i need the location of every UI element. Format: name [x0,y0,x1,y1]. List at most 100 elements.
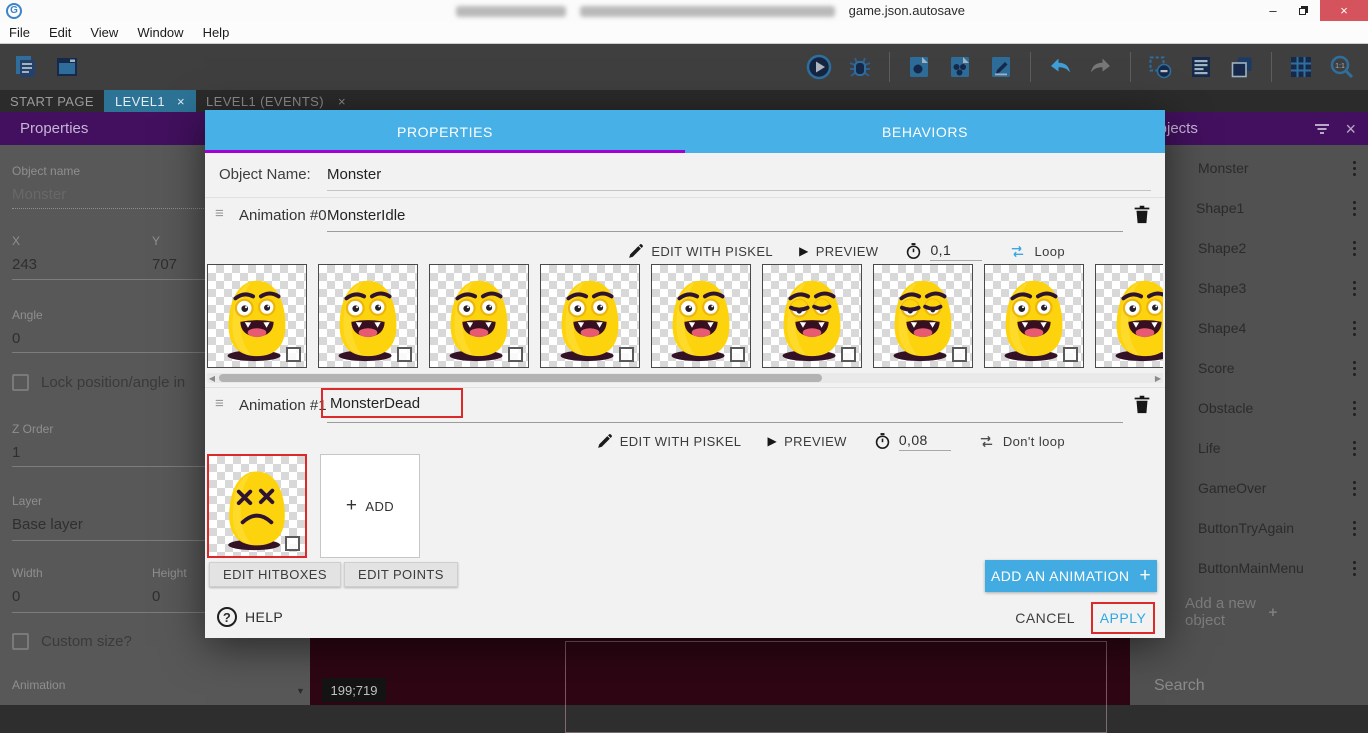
help-button[interactable]: ? HELP [217,607,283,627]
zoom-1-1-icon[interactable]: 1:1 [1324,49,1360,85]
object-row[interactable]: Shape2 [1130,228,1368,268]
animation-frame-thumbnail[interactable] [984,264,1084,368]
filter-icon[interactable] [1313,122,1331,136]
frame-checkbox[interactable] [397,347,412,362]
frame-checkbox[interactable] [285,536,300,551]
menu-edit[interactable]: Edit [49,25,71,40]
dialog-tab-behaviors[interactable]: BEHAVIORS [685,110,1165,153]
close-tab-icon[interactable]: × [177,94,185,109]
project-manager-icon[interactable] [8,49,44,85]
dialog-object-name-field[interactable]: Monster [327,166,381,183]
edit-with-piskel-button[interactable]: EDIT WITH PISKEL [627,243,773,260]
scrollbar-thumb[interactable] [219,374,822,382]
drag-handle-icon[interactable]: ≡ [215,205,224,222]
lock-position-checkbox[interactable] [12,374,29,391]
delete-animation-icon[interactable] [1131,203,1153,225]
start-page-icon[interactable] [49,49,85,85]
search-input[interactable] [1152,676,1363,696]
scroll-left-icon[interactable]: ◀ [207,374,217,383]
animation0-name-field[interactable]: MonsterIdle [327,207,405,224]
frame-checkbox[interactable] [730,347,745,362]
animation-frame-thumbnail[interactable] [318,264,418,368]
close-panel-icon[interactable]: × [1345,120,1356,138]
object-row[interactable]: Shape1 [1130,188,1368,228]
object-menu-icon[interactable] [1353,321,1356,336]
menu-window[interactable]: Window [137,25,183,40]
toggle-grid-icon[interactable] [1283,49,1319,85]
frame-checkbox[interactable] [841,347,856,362]
layer-field[interactable]: Base layer [12,516,83,533]
object-menu-icon[interactable] [1353,161,1356,176]
frame-checkbox[interactable] [619,347,634,362]
time-between-frames-field[interactable]: 0,08 [873,431,951,451]
animation-frame-thumbnail[interactable] [651,264,751,368]
delete-animation-icon[interactable] [1131,393,1153,415]
tab-start-page[interactable]: START PAGE [10,90,94,112]
time-between-frames-value[interactable]: 0,08 [899,432,951,451]
height-field[interactable]: 0 [152,588,160,605]
open-layers-editor-icon[interactable] [1224,49,1260,85]
scroll-right-icon[interactable]: ▶ [1153,374,1163,383]
add-object-row[interactable]: Add a new object + [1130,592,1368,632]
frame-checkbox[interactable] [508,347,523,362]
preview-button[interactable]: ▶ PREVIEW [799,244,878,259]
z-order-field[interactable]: 1 [12,444,20,461]
animation-frame-thumbnail[interactable] [429,264,529,368]
minimize-button[interactable]: – [1258,0,1288,21]
object-row[interactable]: Shape3 [1130,268,1368,308]
animation1-name-field[interactable]: MonsterDead [330,395,420,412]
object-row[interactable]: ♥Life [1130,428,1368,468]
apply-button[interactable]: APPLY [1100,610,1147,626]
frame-checkbox[interactable] [952,347,967,362]
animation-frame-thumbnail[interactable] [207,454,307,558]
open-scene-properties-icon[interactable] [983,49,1019,85]
drag-handle-icon[interactable]: ≡ [215,395,224,412]
preview-button[interactable]: ▶ PREVIEW [767,434,846,449]
object-menu-icon[interactable] [1353,481,1356,496]
object-menu-icon[interactable] [1353,561,1356,576]
time-between-frames-field[interactable]: 0,1 [904,241,982,261]
close-tab-icon[interactable]: × [338,94,346,109]
loop-toggle[interactable]: Loop [1008,243,1065,260]
open-object-groups-icon[interactable] [942,49,978,85]
preview-play-icon[interactable] [801,49,837,85]
object-row[interactable]: Monster [1130,148,1368,188]
menu-help[interactable]: Help [203,25,230,40]
frame-checkbox[interactable] [286,347,301,362]
edit-hitboxes-button[interactable]: EDIT HITBOXES [209,562,341,587]
tab-level1[interactable]: LEVEL1× [104,90,196,112]
object-menu-icon[interactable] [1353,241,1356,256]
animation-frame-thumbnail[interactable] [1095,264,1163,368]
menu-view[interactable]: View [90,25,118,40]
tab-level1-events[interactable]: LEVEL1 (EVENTS)× [206,90,346,112]
close-button[interactable]: × [1320,0,1368,21]
edit-with-piskel-button[interactable]: EDIT WITH PISKEL [596,433,742,450]
object-menu-icon[interactable] [1353,441,1356,456]
object-row[interactable]: Shape4 [1130,308,1368,348]
x-field[interactable]: 243 [12,256,37,273]
object-menu-icon[interactable] [1353,361,1356,376]
undo-icon[interactable] [1042,49,1078,85]
y-field[interactable]: 707 [152,256,177,273]
menu-file[interactable]: File [9,25,30,40]
object-menu-icon[interactable] [1353,201,1356,216]
animation-frame-thumbnail[interactable] [762,264,862,368]
time-between-frames-value[interactable]: 0,1 [930,242,982,261]
object-menu-icon[interactable] [1353,521,1356,536]
open-objects-editor-icon[interactable] [901,49,937,85]
add-an-animation-button[interactable]: ADD AN ANIMATION + [985,560,1157,592]
object-menu-icon[interactable] [1353,281,1356,296]
open-instances-list-icon[interactable] [1183,49,1219,85]
animation-frame-thumbnail[interactable] [207,264,307,368]
cancel-button[interactable]: CANCEL [1015,610,1075,626]
angle-field[interactable]: 0 [12,330,20,347]
animation-dropdown-icon[interactable]: ▼ [296,686,305,696]
debugger-icon[interactable] [842,49,878,85]
custom-size-checkbox[interactable] [12,633,29,650]
restore-button[interactable] [1288,0,1318,21]
add-frame-button[interactable]: + ADD [320,454,420,558]
animation-frame-thumbnail[interactable] [540,264,640,368]
redo-icon[interactable] [1083,49,1119,85]
object-row[interactable]: ButtonTryAgain [1130,508,1368,548]
width-field[interactable]: 0 [12,588,20,605]
